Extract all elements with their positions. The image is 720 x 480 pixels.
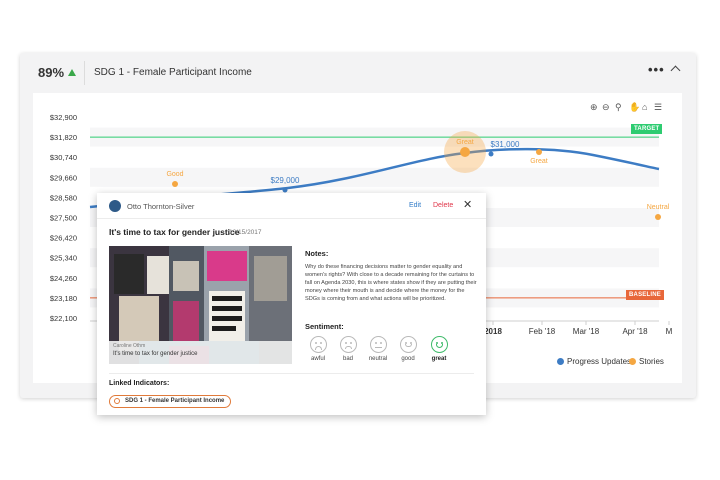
sentiment-label-text: awful xyxy=(310,356,325,362)
story-title: It's time to tax for gender justice xyxy=(109,227,240,237)
avatar xyxy=(109,200,121,212)
neutral-face-icon xyxy=(369,336,387,353)
legend-stories[interactable]: Stories xyxy=(629,357,664,366)
story-point-label: Great xyxy=(530,158,548,165)
progress-point-label: $31,000 xyxy=(491,140,520,149)
sentiment-label-text: good xyxy=(401,356,415,362)
edit-button[interactable]: Edit xyxy=(409,202,421,209)
story-point xyxy=(172,181,178,187)
bad-face-icon xyxy=(339,336,357,353)
x-tick-label: Feb '18 xyxy=(529,327,556,336)
divider xyxy=(109,373,474,374)
sentiment-great[interactable]: great xyxy=(426,336,452,362)
y-tick-label: $24,260 xyxy=(50,274,77,283)
sentiment-good[interactable]: good xyxy=(395,336,421,362)
story-point xyxy=(655,214,661,220)
y-tick-label: $26,420 xyxy=(50,234,77,243)
great-face-icon xyxy=(430,336,448,353)
sentiment-label-text: neutral xyxy=(368,356,388,362)
legend-swatch-progress xyxy=(557,358,564,365)
progress-point xyxy=(282,187,288,193)
y-tick-label: $30,740 xyxy=(50,153,77,162)
sentiment-label-text: great xyxy=(431,356,447,362)
story-point-label: Good xyxy=(166,171,183,178)
y-tick-label: $25,340 xyxy=(50,254,77,263)
score-value: 89% xyxy=(38,65,65,80)
good-face-icon xyxy=(399,336,417,353)
home-icon[interactable]: ⌂ xyxy=(642,102,647,112)
author-name: Otto Thornton-Silver xyxy=(127,202,195,211)
photo-caption-text: It's time to tax for gender justice xyxy=(113,351,198,357)
y-tick-label: $29,660 xyxy=(50,173,77,182)
notes-label: Notes: xyxy=(305,249,329,258)
photo-credit: Caroline Othm xyxy=(113,343,146,349)
trend-up-icon xyxy=(68,69,76,76)
progress-point-label: $29,000 xyxy=(271,176,300,185)
chevron-up-icon[interactable] xyxy=(670,65,681,76)
legend-label: Progress Updates xyxy=(567,357,632,366)
close-icon[interactable]: ✕ xyxy=(463,199,472,211)
story-point-label: Great xyxy=(456,139,474,146)
y-tick-label: $22,100 xyxy=(50,314,77,323)
awful-face-icon xyxy=(309,336,327,353)
story-popup: Otto Thornton-Silver Edit Delete ✕ It's … xyxy=(97,193,486,415)
baseline-label: BASELINE xyxy=(626,290,664,300)
legend-progress-updates[interactable]: Progress Updates xyxy=(557,357,631,366)
pan-hand-icon[interactable]: ✋ xyxy=(629,102,640,112)
magnify-icon[interactable]: ⚲ xyxy=(615,102,622,112)
sentiment-bad[interactable]: bad xyxy=(335,336,361,362)
story-header: Otto Thornton-Silver Edit Delete ✕ xyxy=(97,193,486,219)
sentiment-awful[interactable]: awful xyxy=(305,336,331,362)
notes-text: Why do these financing decisions matter … xyxy=(305,264,477,302)
progress-point xyxy=(488,151,494,157)
y-tick-label: $27,500 xyxy=(50,214,77,223)
y-tick-label: $32,900 xyxy=(50,113,77,122)
x-tick-label: 2018 xyxy=(484,327,502,336)
linked-indicator-chip[interactable]: SDG 1 - Female Participant Income xyxy=(109,395,232,408)
story-point xyxy=(536,149,542,155)
y-tick-label: $23,180 xyxy=(50,294,77,303)
x-tick-label: Mar '18 xyxy=(573,327,600,336)
zoom-in-icon[interactable]: ⊕ xyxy=(590,102,598,112)
y-tick-label: $31,820 xyxy=(50,133,77,142)
legend-swatch-stories xyxy=(629,358,636,365)
photo-caption: Caroline Othm It's time to tax for gende… xyxy=(109,341,292,364)
target-label: TARGET xyxy=(631,124,663,134)
legend-label: Stories xyxy=(639,357,664,366)
sentiment-neutral[interactable]: neutral xyxy=(365,336,391,362)
ellipsis-icon[interactable]: ••• xyxy=(648,62,665,77)
x-tick-label: M xyxy=(666,327,673,336)
linked-indicator-text: SDG 1 - Female Participant Income xyxy=(125,398,225,404)
linked-indicators-label: Linked Indicators: xyxy=(109,380,170,387)
delete-button[interactable]: Delete xyxy=(433,202,453,209)
sentiment-label-text: bad xyxy=(342,356,353,362)
x-tick-label: Apr '18 xyxy=(622,327,648,336)
y-tick-label: $28,580 xyxy=(50,193,77,202)
story-date: 12/15/2017 xyxy=(229,229,262,236)
story-point-label: Neutral xyxy=(647,204,670,211)
card-header: 89% SDG 1 - Female Participant Income ••… xyxy=(20,53,696,93)
story-point xyxy=(460,147,470,157)
indicator-icon xyxy=(114,398,120,404)
header-divider xyxy=(84,61,85,85)
zoom-out-icon[interactable]: ⊖ xyxy=(602,102,610,112)
menu-icon[interactable]: ☰ xyxy=(654,102,662,112)
sentiment-label: Sentiment: xyxy=(305,322,344,331)
card-title: SDG 1 - Female Participant Income xyxy=(94,67,252,78)
